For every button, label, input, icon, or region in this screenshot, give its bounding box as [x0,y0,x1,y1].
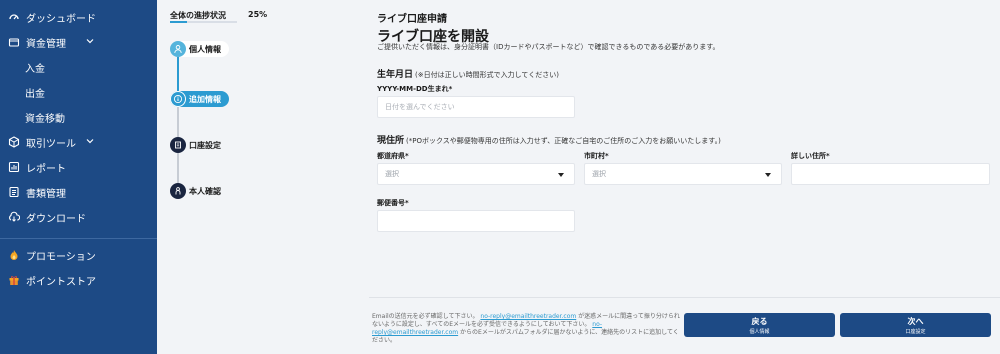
address-detail-field[interactable] [791,163,990,185]
sidebar-item-funds[interactable]: 資金管理 [0,31,157,53]
form-description: ご提供いただく情報は、身分証明書（IDカードやパスポートなど）で確認できるもので… [377,43,720,51]
prefecture-select[interactable]: 選択 [377,163,575,185]
step-personal-info[interactable]: 個人情報 [170,41,229,57]
back-button-label: 戻る [751,316,768,326]
email-notice-text: Emailの送信元を必ず確認して下さい。 [372,313,479,320]
sidebar-item-trading-tools[interactable]: 取引ツール [0,131,157,153]
id-icon [170,183,186,199]
sidebar-item-label: 取引ツール [26,138,76,150]
progress-label: 全体の進捗状況 [170,11,226,20]
step-identity-verification[interactable]: 本人確認 [170,183,229,199]
birth-section-title: 生年月日 (※日付は正しい時間形式で入力してください) [377,67,559,80]
account-icon [170,137,186,153]
city-select[interactable]: 選択 [584,163,782,185]
email-notice: Emailの送信元を必ず確認して下さい。 no-reply@emailthree… [372,313,680,345]
dashboard-icon [8,11,20,23]
chevron-down-icon [85,136,95,146]
section-note: (※日付は正しい時間形式で入力してください) [415,71,559,79]
sidebar-item-label: ダッシュボード [26,13,96,25]
step-connector [177,153,179,183]
birthdate-field[interactable] [377,96,575,118]
progress-stepper: 全体の進捗状況 25% 個人情報 追加情報 口座設定 本人確認 [157,0,357,354]
back-button[interactable]: 戻る 個人情報 [684,313,835,337]
sidebar-divider [0,238,157,239]
dropdown-caret-icon [558,173,564,177]
sidebar-item-label: 書類管理 [26,188,66,200]
sidebar-item-dashboard[interactable]: ダッシュボード [0,6,157,28]
user-icon [170,41,186,57]
report-icon [8,161,20,173]
sidebar-item-reports[interactable]: レポート [0,156,157,178]
sidebar-item-label: プロモーション [26,251,96,263]
fire-icon [8,249,20,261]
address-detail-label: 詳しい住所* [791,152,830,160]
step-label: 口座設定 [189,140,221,150]
postal-code-label: 郵便番号* [377,199,409,207]
email-link[interactable]: no-reply@emailthreetrader.com [480,313,576,320]
prefecture-select-value: 選択 [385,170,399,178]
section-title-text: 現住所 [377,136,405,146]
tools-icon [8,136,20,148]
address-section-title: 現住所 (*POボックスや郵便物専用の住所は入力せず、正確なご自宅のご住所のご入力… [377,133,721,146]
sidebar-item-promotion[interactable]: プロモーション [0,244,157,266]
sidebar: ダッシュボード 資金管理 入金 出金 資金移動 取引ツール レポート 書類管理 … [0,0,157,354]
footer-divider [369,297,1000,298]
wallet-icon [8,36,20,48]
section-title-text: 生年月日 [377,70,414,80]
step-label: 個人情報 [189,44,221,54]
next-button-sub: 口座設定 [905,328,926,335]
sidebar-item-deposit[interactable]: 入金 [0,56,157,78]
sidebar-item-label: レポート [26,163,66,175]
page-subtitle: ライブ口座申請 [377,14,447,25]
sidebar-item-label: ダウンロード [26,213,86,225]
postal-code-input[interactable] [385,217,574,225]
postal-code-field[interactable] [377,210,575,232]
document-icon [8,186,20,198]
address-detail-input[interactable] [799,170,989,178]
birthdate-label: YYYY-MM-DD生まれ* [377,85,453,93]
city-select-value: 選択 [592,170,606,178]
gift-icon [8,274,20,286]
step-connector [177,107,179,137]
info-icon [170,91,186,107]
step-connector [177,57,179,91]
city-label: 市町村* [584,152,609,160]
sidebar-item-label: 入金 [25,63,45,75]
sidebar-item-label: 資金管理 [26,38,66,50]
sidebar-item-point-store[interactable]: ポイントストア [0,269,157,291]
step-label: 追加情報 [189,94,221,104]
sidebar-item-withdraw[interactable]: 出金 [0,81,157,103]
prefecture-label: 都道府県* [377,152,409,160]
sidebar-item-download[interactable]: ダウンロード [0,206,157,228]
section-note: (*POボックスや郵便物専用の住所は入力せず、正確なご自宅のご住所のご入力をお願… [406,137,721,145]
app-root: ダッシュボード 資金管理 入金 出金 資金移動 取引ツール レポート 書類管理 … [0,0,1000,354]
sidebar-item-label: 資金移動 [25,113,65,125]
progress-bar-fill [170,21,187,23]
step-label: 本人確認 [189,186,221,196]
sidebar-item-documents[interactable]: 書類管理 [0,181,157,203]
chevron-down-icon [85,36,95,46]
progress-bar [170,21,237,23]
application-form: ライブ口座申請 ライブ口座を開設 ご提供いただく情報は、身分証明書（IDカードや… [357,0,1000,354]
back-button-sub: 個人情報 [749,328,770,335]
next-button[interactable]: 次へ 口座設定 [840,313,991,337]
sidebar-item-label: 出金 [25,88,45,100]
step-account-settings[interactable]: 口座設定 [170,137,229,153]
birthdate-input[interactable] [385,103,574,111]
step-additional-info[interactable]: 追加情報 [170,91,229,107]
sidebar-item-transfer[interactable]: 資金移動 [0,106,157,128]
cloud-download-icon [8,211,20,223]
progress-percent: 25% [248,10,268,19]
dropdown-caret-icon [765,173,771,177]
sidebar-item-label: ポイントストア [26,276,96,288]
next-button-label: 次へ [907,316,924,326]
